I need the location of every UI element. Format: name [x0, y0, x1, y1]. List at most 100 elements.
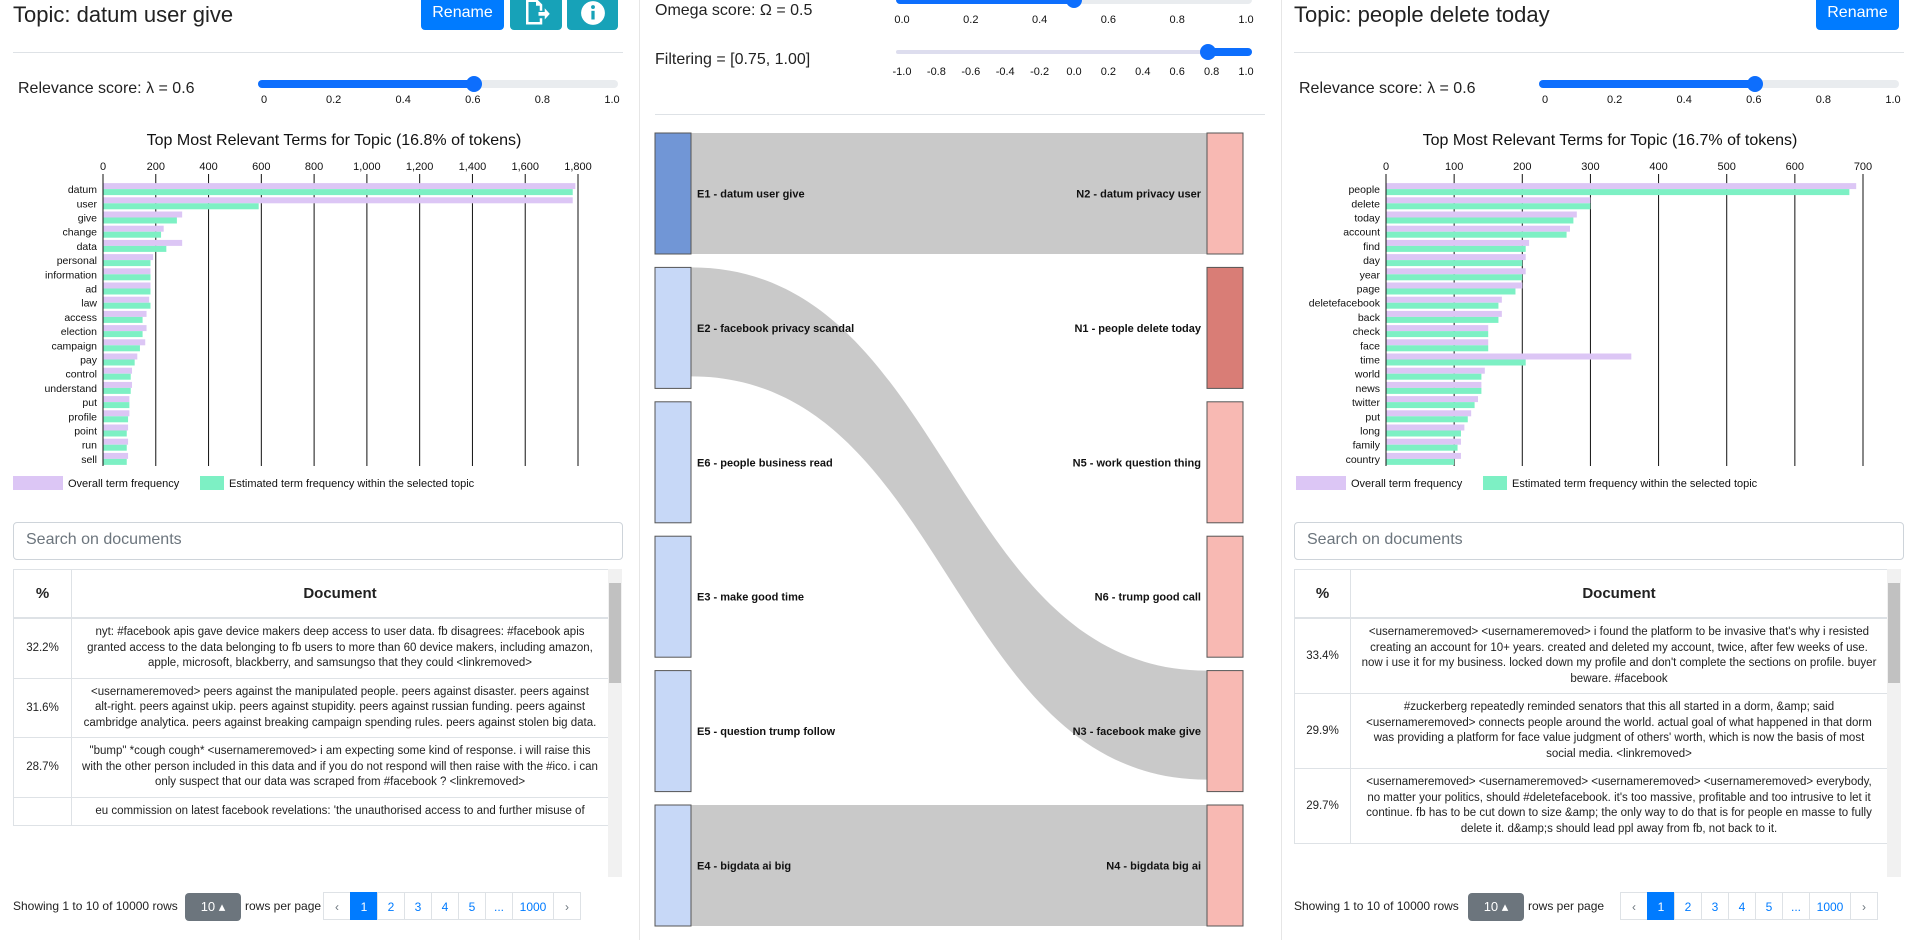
table-row[interactable]: 29.9% #zuckerberg repeatedly reminded sen… — [1294, 693, 1887, 769]
page-link[interactable]: 1000 — [512, 892, 554, 920]
page-link[interactable]: 4 — [431, 892, 459, 920]
bar-topic — [103, 302, 151, 309]
slider-tick-label: 0.2 — [1606, 94, 1623, 106]
bar-overall — [103, 353, 138, 360]
legend-swatch-overall — [1296, 476, 1346, 490]
slider-tick-label: 0.4 — [395, 94, 411, 106]
slider-thumb[interactable] — [1199, 44, 1216, 60]
table-row[interactable]: 33.4% <usernameremoved> <usernameremoved>… — [1294, 617, 1887, 694]
x-tick-label: 1,000 — [353, 161, 381, 173]
relevance-slider[interactable]: 0 0.2 0.4 0.6 0.8 1.0 — [1539, 76, 1901, 110]
page-link[interactable]: 3 — [1701, 892, 1729, 920]
category-label: access — [64, 312, 97, 324]
document-column-header[interactable]: Document — [71, 569, 608, 619]
page-link[interactable]: ‹ — [323, 892, 351, 920]
page-link[interactable]: › — [1850, 892, 1878, 920]
bar-overall — [103, 339, 146, 346]
table-row[interactable]: 29.7% <usernameremoved> <usernameremoved>… — [1294, 768, 1887, 844]
x-tick-label: 500 — [1718, 161, 1736, 173]
row-percentage: 33.4% — [1294, 617, 1351, 694]
page-link[interactable]: 1 — [1647, 892, 1675, 920]
row-document-text: nyt: #facebook apis gave device makers d… — [71, 617, 608, 679]
relevance-label: Relevance score: λ = 0.6 — [1299, 80, 1476, 97]
bar-topic — [1386, 245, 1526, 252]
page-link[interactable]: › — [553, 892, 581, 920]
page-link[interactable]: ... — [1782, 892, 1810, 920]
rename-button[interactable]: Rename — [421, 0, 504, 30]
omega-slider[interactable]: 0.0 0.2 0.4 0.6 0.8 1.0 — [894, 0, 1254, 34]
bar-topic — [1386, 359, 1526, 366]
sankey-left-node — [654, 804, 692, 927]
sankey-left-node — [654, 670, 692, 793]
row-document-text: #zuckerberg repeatedly reminded senators… — [1350, 693, 1887, 769]
page-link[interactable]: 4 — [1728, 892, 1756, 920]
bar-overall — [103, 296, 150, 303]
page-link[interactable]: 5 — [458, 892, 486, 920]
table-row[interactable]: eu commission on latest facebook revelat… — [13, 796, 608, 826]
row-document-text: eu commission on latest facebook revelat… — [71, 796, 608, 826]
left-topic-panel: Topic: datum user give Rename Relevance … — [0, 0, 640, 940]
table-row[interactable]: 31.6% <usernameremoved> peers against the… — [13, 677, 608, 738]
documents-table: % Document 33.4% <usernameremoved> <usern… — [1294, 569, 1887, 877]
rows-per-page-select[interactable]: 10 ▴ — [1468, 893, 1524, 921]
filter-label: Filtering = [0.75, 1.00] — [655, 51, 811, 68]
slider-thumb[interactable] — [1066, 0, 1082, 8]
slider-tick-label: 0.6 — [1169, 66, 1185, 78]
bar-topic — [103, 359, 135, 366]
bar-overall — [1386, 339, 1489, 346]
rows-per-page-label: rows per page — [1528, 899, 1605, 913]
page-link[interactable]: 2 — [1674, 892, 1702, 920]
category-label: understand — [44, 383, 97, 395]
relevance-slider[interactable]: 0 0.2 0.4 0.6 0.8 1.0 — [258, 76, 620, 110]
page-link[interactable]: ‹ — [1620, 892, 1648, 920]
search-input[interactable]: Search on documents — [13, 522, 623, 560]
scrollbar[interactable] — [608, 569, 622, 877]
page-link[interactable]: 3 — [404, 892, 432, 920]
category-label: people — [1348, 184, 1380, 196]
info-button[interactable] — [567, 0, 618, 30]
category-label: control — [65, 369, 97, 381]
slider-thumb[interactable] — [466, 76, 482, 92]
right-topic-panel: Topic: people delete today Rename Releva… — [1283, 0, 1918, 940]
page-link[interactable]: 5 — [1755, 892, 1783, 920]
bar-topic — [103, 331, 143, 338]
bar-overall — [1386, 268, 1526, 275]
slider-tick-label: 0.0 — [894, 14, 910, 26]
bar-overall — [103, 381, 133, 388]
export-button[interactable] — [510, 0, 562, 30]
rename-button[interactable]: Rename — [1816, 0, 1899, 30]
table-row[interactable]: 28.7% "bump" *cough cough* <usernameremov… — [13, 737, 608, 798]
page-link[interactable]: 2 — [377, 892, 405, 920]
filter-range-slider[interactable]: -1.0 -0.8 -0.6 -0.4 -0.2 0.0 0.2 0.4 0.6 0.8 1.0 — [893, 44, 1254, 84]
slider-thumb[interactable] — [1747, 76, 1763, 92]
rows-per-page-select[interactable]: 10 ▴ — [185, 893, 241, 921]
bar-topic — [103, 416, 129, 423]
slider-tick-label: 0.2 — [325, 94, 342, 106]
slider-tick-label: 0 — [1541, 94, 1549, 106]
scrollbar[interactable] — [1887, 569, 1901, 877]
bar-topic — [1386, 302, 1499, 309]
page-link[interactable]: 1000 — [1809, 892, 1851, 920]
page-link[interactable]: ... — [485, 892, 513, 920]
bar-overall — [103, 211, 183, 218]
caret-up-icon: ▴ — [218, 899, 226, 914]
legend-label: Overall term frequency — [1351, 478, 1463, 490]
pct-column-header[interactable]: % — [1294, 569, 1351, 619]
page-link[interactable]: 1 — [350, 892, 378, 920]
bar-overall — [103, 410, 130, 417]
x-tick-label: 600 — [1786, 161, 1804, 173]
x-tick-label: 1,600 — [511, 161, 539, 173]
document-column-header[interactable]: Document — [1350, 569, 1887, 619]
bar-overall — [1386, 353, 1632, 360]
category-label: family — [1353, 440, 1381, 452]
row-document-text: "bump" *cough cough* <usernameremoved> i… — [71, 737, 608, 798]
bar-topic — [103, 288, 151, 295]
pct-column-header[interactable]: % — [13, 569, 72, 619]
x-tick-label: 700 — [1854, 161, 1872, 173]
bar-topic — [1386, 458, 1455, 465]
search-input[interactable]: Search on documents — [1294, 522, 1904, 560]
table-row[interactable]: 32.2% nyt: #facebook apis gave device mak… — [13, 617, 608, 679]
divider — [655, 114, 1265, 115]
category-label: data — [77, 241, 98, 253]
sankey-right-node — [1206, 535, 1244, 658]
